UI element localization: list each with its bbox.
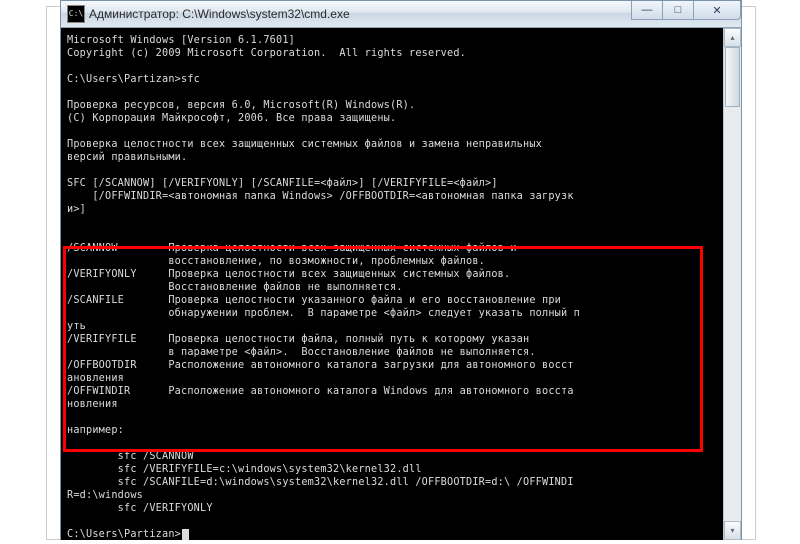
window-title: Администратор: C:\Windows\system32\cmd.e… bbox=[89, 7, 631, 21]
term-line: sfc /SCANNOW bbox=[67, 451, 194, 462]
term-line: [/OFFWINDIR=<автономная папка Windows> /… bbox=[67, 191, 574, 202]
term-line: в параметре <файл>. Восстановление файло… bbox=[67, 347, 536, 358]
minimize-icon: — bbox=[642, 4, 653, 16]
chevron-up-icon: ▴ bbox=[730, 33, 734, 42]
term-line: R=d:\windows bbox=[67, 490, 143, 501]
term-line: версий правильными. bbox=[67, 152, 187, 163]
close-button[interactable]: ✕ bbox=[694, 1, 741, 20]
term-line: /VERIFYONLY Проверка целостности всех за… bbox=[67, 269, 510, 280]
term-line: /VERIFYFILE Проверка целостности файла, … bbox=[67, 334, 529, 345]
minimize-button[interactable]: — bbox=[631, 1, 663, 20]
cursor bbox=[182, 529, 189, 540]
term-line: например: bbox=[67, 425, 124, 436]
cmd-icon: C:\ bbox=[67, 5, 85, 23]
term-line: обнаружении проблем. В параметре <файл> … bbox=[67, 308, 580, 319]
scroll-down-button[interactable]: ▾ bbox=[724, 521, 741, 540]
term-line: /SCANFILE Проверка целостности указанног… bbox=[67, 295, 561, 306]
term-line: Проверка ресурсов, версия 6.0, Microsoft… bbox=[67, 100, 415, 111]
term-line: /SCANNOW Проверка целостности всех защищ… bbox=[67, 243, 517, 254]
titlebar[interactable]: C:\ Администратор: C:\Windows\system32\c… bbox=[61, 1, 741, 28]
window-controls: — □ ✕ bbox=[631, 1, 741, 27]
term-line: /OFFWINDIR Расположение автономного ката… bbox=[67, 386, 574, 397]
scroll-track[interactable] bbox=[724, 47, 741, 521]
term-line: Microsoft Windows [Version 6.1.7601] bbox=[67, 35, 295, 46]
chevron-down-icon: ▾ bbox=[730, 526, 734, 535]
cmd-icon-text: C:\ bbox=[69, 10, 83, 18]
cmd-window: C:\ Администратор: C:\Windows\system32\c… bbox=[60, 0, 742, 540]
term-line: sfc /VERIFYONLY bbox=[67, 503, 213, 514]
close-icon: ✕ bbox=[712, 4, 721, 17]
term-line: C:\Users\Partizan>sfc bbox=[67, 74, 200, 85]
term-line: sfc /SCANFILE=d:\windows\system32\kernel… bbox=[67, 477, 574, 488]
term-line: sfc /VERIFYFILE=c:\windows\system32\kern… bbox=[67, 464, 422, 475]
term-line: и>] bbox=[67, 204, 86, 215]
term-line: Восстановление файлов не выполняется. bbox=[67, 282, 403, 293]
scroll-up-button[interactable]: ▴ bbox=[724, 28, 741, 47]
term-line: уть bbox=[67, 321, 86, 332]
term-line: SFC [/SCANNOW] [/VERIFYONLY] [/SCANFILE=… bbox=[67, 178, 498, 189]
vertical-scrollbar[interactable]: ▴ ▾ bbox=[723, 28, 741, 540]
scroll-thumb[interactable] bbox=[725, 47, 740, 107]
term-line: восстановление, по возможности, проблемн… bbox=[67, 256, 485, 267]
term-line: /OFFBOOTDIR Расположение автономного кат… bbox=[67, 360, 574, 371]
term-line: Проверка целостности всех защищенных сис… bbox=[67, 139, 542, 150]
maximize-button[interactable]: □ bbox=[663, 1, 694, 20]
term-line: (C) Корпорация Майкрософт, 2006. Все пра… bbox=[67, 113, 396, 124]
terminal-area: Microsoft Windows [Version 6.1.7601] Cop… bbox=[61, 28, 741, 540]
term-line: ановления bbox=[67, 373, 124, 384]
maximize-icon: □ bbox=[675, 4, 682, 16]
term-line: новления bbox=[67, 399, 118, 410]
term-line: Copyright (c) 2009 Microsoft Corporation… bbox=[67, 48, 466, 59]
term-prompt: C:\Users\Partizan> bbox=[67, 529, 181, 540]
terminal-output[interactable]: Microsoft Windows [Version 6.1.7601] Cop… bbox=[61, 28, 723, 540]
